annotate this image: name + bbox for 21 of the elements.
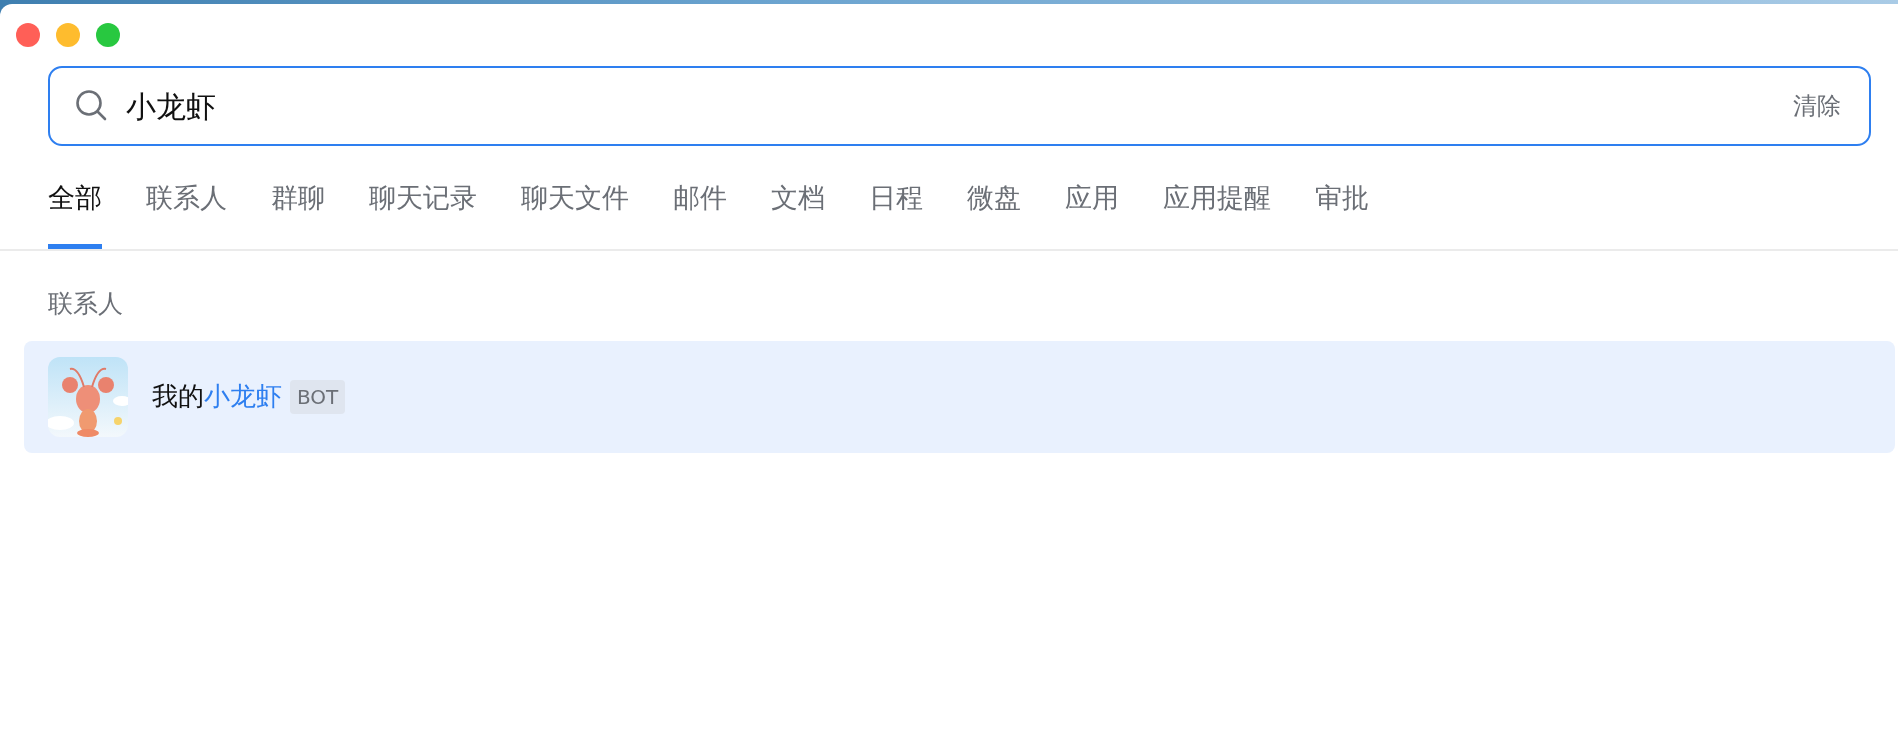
tab[interactable]: 全部 [48, 160, 102, 250]
tab[interactable]: 文档 [771, 160, 825, 250]
search-field[interactable]: 小龙虾 清除 [48, 66, 1871, 146]
section-heading: 联系人 [47, 288, 124, 321]
window-control-button[interactable] [96, 23, 120, 47]
tab[interactable]: 聊天文件 [521, 160, 629, 250]
tab[interactable]: 邮件 [673, 160, 727, 250]
tab[interactable]: 日程 [869, 160, 923, 250]
tab[interactable]: 应用 [1065, 160, 1119, 250]
clear-button[interactable]: 清除 [1793, 88, 1841, 124]
window-control-button[interactable] [56, 23, 80, 47]
tab[interactable]: 审批 [1315, 160, 1369, 250]
tab[interactable]: 聊天记录 [369, 160, 477, 250]
contact-name: 我的小龙虾 [152, 380, 282, 414]
window-control-button[interactable] [16, 23, 40, 47]
tab[interactable]: 微盘 [967, 160, 1021, 250]
tab[interactable]: 应用提醒 [1163, 160, 1271, 250]
bot-tag: BOT [290, 379, 346, 414]
contact-result[interactable]: 我的小龙虾 BOT [24, 340, 1895, 453]
tab[interactable]: 群聊 [271, 160, 325, 250]
tab[interactable]: 联系人 [146, 160, 227, 250]
